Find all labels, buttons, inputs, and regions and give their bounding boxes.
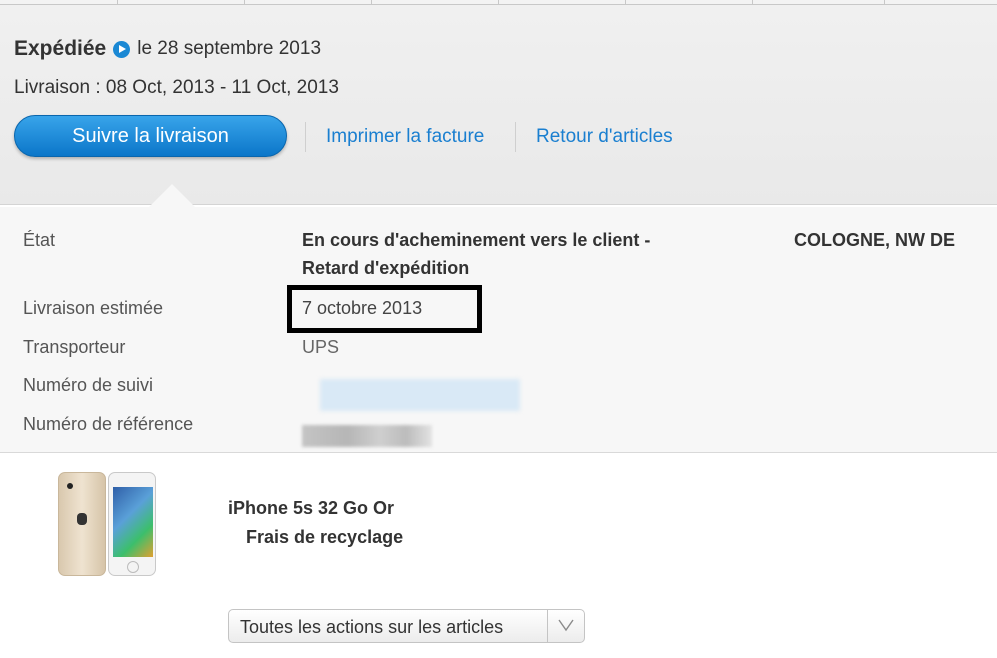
carrier-value: UPS: [302, 337, 340, 357]
play-circle-icon[interactable]: [113, 40, 131, 58]
select-divider: [547, 610, 548, 642]
phone-screen: [113, 487, 153, 557]
reference-number-redacted: [302, 425, 432, 447]
tracking-details: État En cours d'acheminement vers le cli…: [0, 207, 997, 453]
print-invoice-link[interactable]: Imprimer la facture: [326, 126, 484, 148]
item-actions-label: Toutes les actions sur les articles: [240, 617, 504, 637]
camera-icon: [67, 483, 73, 489]
link-separator: [305, 122, 306, 152]
highlight-box: [287, 285, 482, 333]
home-button-icon: [127, 561, 139, 573]
state-label: État: [23, 230, 56, 250]
product-image: [56, 472, 160, 580]
tracking-number-label: Numéro de suivi: [23, 375, 154, 395]
phone-front-image: [108, 472, 156, 576]
state-value: En cours d'acheminement vers le client -…: [302, 226, 650, 282]
shipment-date: le 28 septembre 2013: [137, 38, 322, 59]
item-actions-select[interactable]: Toutes les actions sur les articles: [228, 609, 585, 643]
panel-pointer: [148, 184, 196, 208]
shipment-status-line: Expédiée le 28 septembre 2013: [14, 37, 321, 61]
recycling-fee: Frais de recyclage: [246, 527, 404, 547]
tracking-number-redacted[interactable]: [320, 379, 520, 411]
shipment-header: Expédiée le 28 septembre 2013 Livraison …: [0, 5, 997, 205]
phone-back-image: [58, 472, 106, 576]
apple-logo-icon: [77, 513, 87, 525]
return-items-link[interactable]: Retour d'articles: [536, 126, 673, 148]
estimated-delivery-label: Livraison estimée: [23, 298, 164, 318]
shipment-location: COLOGNE, NW DE: [794, 230, 955, 250]
link-separator: [515, 122, 516, 152]
track-delivery-button[interactable]: Suivre la livraison: [14, 115, 287, 157]
product-name: iPhone 5s 32 Go Or: [228, 498, 395, 518]
carrier-label: Transporteur: [23, 337, 126, 357]
chevron-down-icon[interactable]: [557, 618, 575, 632]
order-detail-page: Expédiée le 28 septembre 2013 Livraison …: [0, 0, 997, 658]
reference-number-label: Numéro de référence: [23, 414, 194, 434]
state-value-line: En cours d'acheminement vers le client -: [302, 230, 651, 250]
shipment-status: Expédiée: [14, 37, 107, 60]
state-value-line: Retard d'expédition: [302, 258, 470, 278]
delivery-window: Livraison : 08 Oct, 2013 - 11 Oct, 2013: [14, 77, 339, 98]
